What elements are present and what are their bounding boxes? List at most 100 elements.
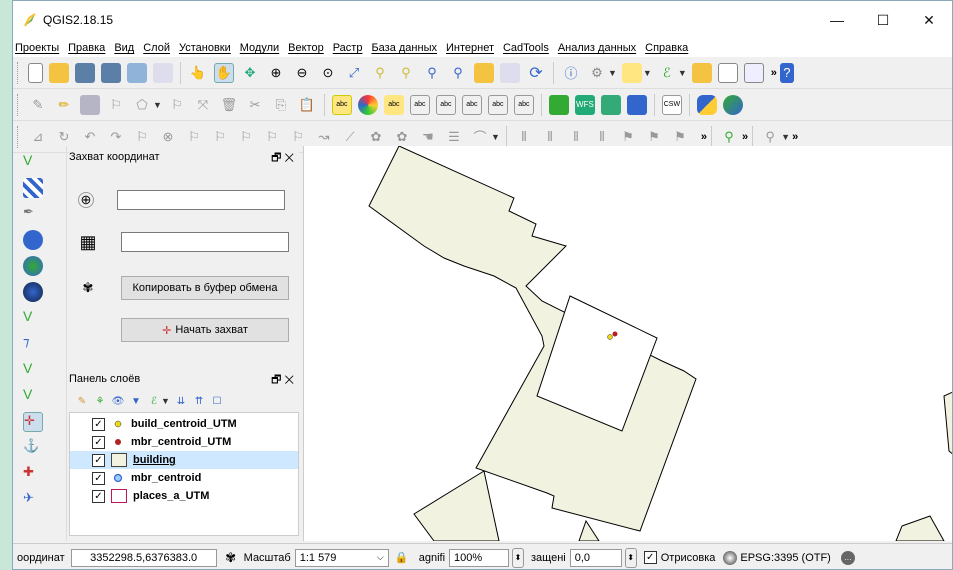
- delete-ring-icon[interactable]: ⚐: [236, 127, 256, 147]
- refresh-icon[interactable]: ⟳: [526, 63, 546, 83]
- delete-selected-icon[interactable]: 🗑: [219, 95, 239, 115]
- align-3-icon[interactable]: ⫴: [566, 127, 586, 147]
- maximize-button[interactable]: ☐: [860, 1, 906, 39]
- add-vector-icon[interactable]: [548, 94, 569, 115]
- scale-field[interactable]: 1:1 579 ⌵: [294, 548, 389, 567]
- menu-help[interactable]: Справка: [645, 42, 688, 54]
- select-by-area-icon[interactable]: [621, 62, 642, 83]
- csw-icon[interactable]: CSW: [661, 94, 682, 115]
- messages-icon[interactable]: …: [840, 550, 855, 565]
- reshape-icon[interactable]: ⚐: [288, 127, 308, 147]
- tracking-icon[interactable]: ✾: [78, 278, 98, 298]
- capture-coord-field-2[interactable]: [121, 232, 289, 252]
- add-ring-icon[interactable]: ⊗: [158, 127, 178, 147]
- more-tools-icon[interactable]: »: [701, 131, 707, 143]
- bookmarks-icon[interactable]: [500, 62, 520, 83]
- pan-to-selection-icon[interactable]: ✥: [240, 63, 260, 83]
- change-label-icon[interactable]: abc: [487, 94, 508, 115]
- paste-features-icon[interactable]: 📋: [297, 95, 317, 115]
- rotate-label-icon[interactable]: abc: [461, 94, 482, 115]
- minimize-button[interactable]: —: [814, 1, 860, 39]
- touch-zoom-icon[interactable]: 👆: [188, 63, 208, 83]
- layer-item[interactable]: ✓ mbr_centroid_UTM: [70, 433, 298, 451]
- spatial-3-icon[interactable]: ⚑: [670, 127, 690, 147]
- layer-item-selected[interactable]: ✓ building: [70, 451, 298, 469]
- menu-database[interactable]: База данных: [371, 42, 437, 54]
- panel-float-close-icon[interactable]: 🗗✕: [271, 371, 297, 390]
- crs-label[interactable]: EPSG:3395 (OTF): [740, 552, 830, 564]
- highlight-labels-icon[interactable]: abc: [409, 94, 430, 115]
- add-postgis-icon[interactable]: [23, 230, 43, 250]
- add-wfs-layer-icon[interactable]: V: [23, 308, 43, 328]
- split-parts-icon[interactable]: ✿: [366, 127, 386, 147]
- label-toolbar-icon[interactable]: abc: [331, 94, 352, 115]
- lock-scale-icon[interactable]: 🔒: [392, 548, 412, 568]
- statistics-icon[interactable]: [743, 62, 764, 83]
- offset-curve-icon[interactable]: ↝: [314, 127, 334, 147]
- crs-selector-icon[interactable]: ⊕: [78, 192, 94, 208]
- menu-projects[interactable]: Проекты: [15, 42, 59, 54]
- save-as-icon[interactable]: [101, 62, 121, 83]
- add-group-icon[interactable]: ⚘: [93, 394, 107, 408]
- layer-checkbox[interactable]: ✓: [92, 435, 105, 449]
- menu-plugins[interactable]: Модули: [240, 42, 279, 54]
- globe-plugin-icon[interactable]: ✈: [23, 490, 43, 510]
- layer-checkbox[interactable]: ✓: [92, 489, 105, 503]
- style-icon[interactable]: ✎: [75, 394, 89, 408]
- merge-selected-icon[interactable]: ✿: [392, 127, 412, 147]
- toolbar-grip[interactable]: [17, 61, 21, 84]
- map-canvas[interactable]: [303, 146, 952, 541]
- pan-map-icon[interactable]: ✋: [214, 62, 234, 83]
- show-hide-labels-icon[interactable]: abc: [513, 94, 534, 115]
- add-wms-icon[interactable]: [23, 256, 43, 276]
- menu-web[interactable]: Интернет: [446, 42, 494, 54]
- align-4-icon[interactable]: ⫴: [592, 127, 612, 147]
- menu-cadtools[interactable]: CadTools: [503, 42, 549, 54]
- add-spatialite-icon[interactable]: V: [23, 360, 43, 380]
- layer-item[interactable]: ✓ places_a_UTM: [70, 487, 298, 505]
- align-2-icon[interactable]: ⫴: [540, 127, 560, 147]
- deselect-icon[interactable]: [691, 62, 712, 83]
- panel-float-close-icon[interactable]: 🗗✕: [271, 149, 297, 168]
- zoom-to-layer-icon[interactable]: ⚲: [396, 63, 416, 83]
- new-print-composer-icon[interactable]: [127, 62, 147, 83]
- add-raster-icon[interactable]: [600, 94, 621, 115]
- more-tools-3-icon[interactable]: »: [792, 131, 798, 143]
- move-label-icon[interactable]: abc: [435, 94, 456, 115]
- toolbar-grip[interactable]: [17, 125, 21, 148]
- georeferencer-icon[interactable]: ✚: [23, 464, 43, 484]
- add-database-icon[interactable]: [626, 94, 647, 115]
- crs-globe-icon[interactable]: [723, 550, 738, 565]
- zoom-out-icon[interactable]: ⊖: [292, 63, 312, 83]
- coordinate-field[interactable]: 3352298.5,6376383.0: [70, 548, 217, 567]
- current-edits-icon[interactable]: ✎: [28, 95, 48, 115]
- expression-filter-icon[interactable]: ℰ: [147, 394, 161, 408]
- expand-all-icon[interactable]: ⇊: [174, 394, 188, 408]
- zoom-native-icon[interactable]: ⊙: [318, 63, 338, 83]
- new-project-icon[interactable]: [28, 62, 43, 83]
- open-project-icon[interactable]: [49, 62, 69, 83]
- layer-checkbox[interactable]: ✓: [92, 471, 105, 485]
- add-feature-icon[interactable]: ⚐: [106, 95, 126, 115]
- toggle-extents-icon[interactable]: ✾: [221, 548, 241, 568]
- rotation-field[interactable]: 0,0: [569, 548, 622, 567]
- menu-edit[interactable]: Правка: [68, 42, 105, 54]
- rotate-feature-icon[interactable]: ↻: [54, 127, 74, 147]
- menu-vector[interactable]: Вектор: [288, 42, 324, 54]
- delete-part-icon[interactable]: ⚐: [262, 127, 282, 147]
- zoom-next-icon[interactable]: ⚲: [448, 63, 468, 83]
- menu-settings[interactable]: Установки: [179, 42, 231, 54]
- menu-raster[interactable]: Растр: [333, 42, 363, 54]
- undo-icon[interactable]: ↶: [80, 127, 100, 147]
- build-centroid-point[interactable]: [607, 334, 613, 340]
- fill-ring-icon[interactable]: ⚐: [210, 127, 230, 147]
- move-feature-icon[interactable]: ⤧: [193, 95, 213, 115]
- layer-checkbox[interactable]: ✓: [92, 453, 105, 467]
- node-tool-icon[interactable]: ⚐: [167, 95, 187, 115]
- building-polygon-bottom-right[interactable]: [895, 515, 945, 541]
- cut-features-icon[interactable]: ✂: [245, 95, 265, 115]
- zoom-full-icon[interactable]: ⤢: [344, 63, 364, 83]
- align-icon[interactable]: ⫴: [514, 127, 534, 147]
- add-part-icon[interactable]: ⚐: [184, 127, 204, 147]
- add-wcs-icon[interactable]: [23, 282, 43, 302]
